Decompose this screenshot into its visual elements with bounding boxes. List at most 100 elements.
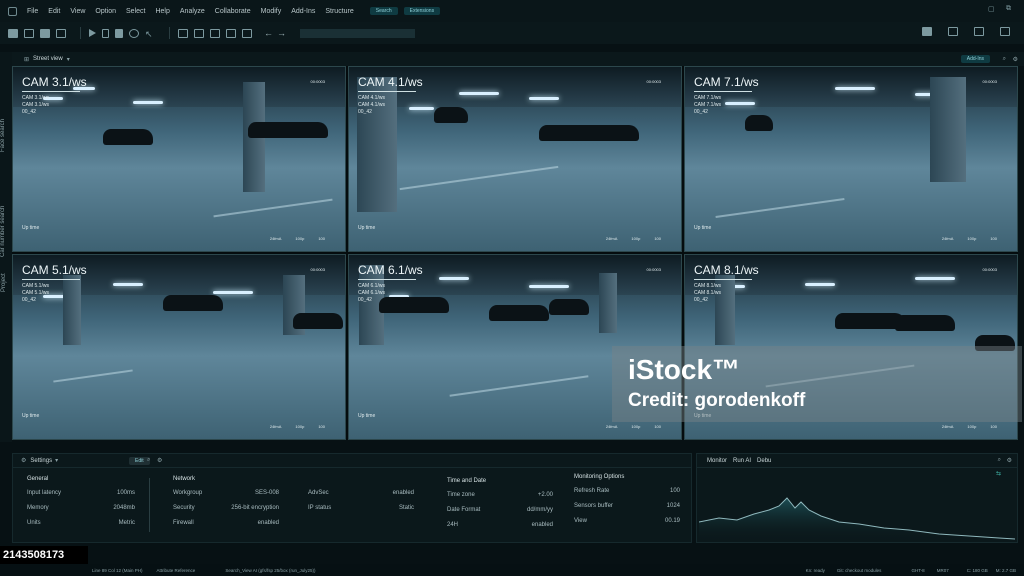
camera-uptime: Up time [358,225,376,231]
setting-row[interactable]: 24H enabled [447,522,553,528]
setting-row[interactable]: Firewall enabled [173,520,279,526]
setting-row[interactable]: Date Format dd/mm/yy [447,507,553,513]
menu-option[interactable]: Option [95,8,116,15]
back-arrow-icon[interactable]: ← [264,28,273,38]
gear-icon[interactable]: ⚙ [157,457,162,464]
status-mr: MR07 [936,567,949,573]
restore-icon[interactable]: ⧉ [1006,5,1011,13]
menu-collaborate[interactable]: Collaborate [215,8,251,15]
app-logo-icon [8,6,17,16]
setting-row[interactable]: Security 256-bit encryption [173,505,279,511]
setting-row[interactable]: Sensors buffer 1024 [574,503,680,509]
camera-code: 00:0003 [310,267,325,272]
setting-row[interactable]: Time zone +2.00 [447,492,553,498]
layout-icon[interactable] [922,27,932,36]
setting-row[interactable]: AdvSec enabled [308,490,414,496]
section-title: Network [173,476,196,482]
document-icon[interactable] [194,28,204,38]
ceiling-light [529,97,559,100]
watermark: iStock™ Credit: gorodenkoff [612,346,1022,422]
chevron-down-icon[interactable]: ▾ [55,457,58,464]
record-icon[interactable] [40,28,50,38]
pillar [599,273,617,333]
export-icon[interactable] [210,28,220,38]
add-ins-button[interactable]: Add-Ins [960,55,990,63]
menu-modify[interactable]: Modify [261,8,282,15]
camera-feed[interactable]: CAM 7.1/ws CAM 7.1/ws CAM 7.1/ws 00_42 00:… [684,66,1018,252]
status-m: M: 2.7 GB [995,567,1016,573]
menu-edit[interactable]: Edit [48,8,60,15]
tab-face-search[interactable]: Face search [0,119,6,152]
setting-row[interactable]: IP status Static [308,505,414,511]
setting-row[interactable]: Units Metric [27,520,135,526]
tab-project[interactable]: Project [1,273,7,292]
play-icon[interactable] [89,29,96,37]
menu-structure[interactable]: Structure [325,8,353,15]
general-section: General Input latency 100ms Memory 2048mb Uni… [27,476,135,535]
menu-analyze[interactable]: Analyze [180,8,205,15]
camera-info: CAM 7.1/ws CAM 7.1/ws 00_42 [694,95,721,115]
arrow-left-icon[interactable]: ⇆ [996,470,1001,477]
parked-car [293,313,343,329]
search-pill[interactable]: Search [369,7,398,15]
monitoring-section: Monitoring Options Refresh Rate 100 Sensors… [574,474,680,533]
tab-car-number-search[interactable]: Car number search [0,206,6,257]
setting-row[interactable]: Input latency 100ms [27,490,135,496]
watermark-credit: Credit: gorodenkoff [628,390,806,411]
panel-icon[interactable] [948,27,958,36]
ceiling-light [835,87,875,90]
grid-icon[interactable] [56,28,66,38]
tab-run-ai[interactable]: Run AI [733,458,751,464]
split-horizontal-icon[interactable] [974,27,984,36]
status-bar: Line 89 Col 12 (Main PH) Attribute Refer… [0,564,1024,576]
menu-view[interactable]: View [70,8,85,15]
help-document-icon[interactable] [242,28,252,38]
ceiling-light [133,101,163,104]
setting-row[interactable]: View 00.19 [574,518,680,524]
camera-title: CAM 7.1/ws [694,75,759,89]
extensions-pill[interactable]: Extensions [403,7,441,15]
status-git[interactable]: Git: checkout modules [837,568,882,573]
view-title[interactable]: Street view [33,56,63,62]
chevron-down-icon[interactable]: ▾ [67,56,70,63]
camera-feed[interactable]: CAM 4.1/ws CAM 4.1/ws CAM 4.1/ws 00_42 00:… [348,66,682,252]
menu-add-ins[interactable]: Add-Ins [291,8,315,15]
search-icon[interactable]: ⌕ [998,457,1001,464]
search-icon[interactable]: ⌕ [1003,56,1006,63]
gear-icon[interactable]: ⚙ [1007,457,1012,464]
menu-file[interactable]: File [27,8,38,15]
camera-title: CAM 5.1/ws [22,263,87,277]
tab-debug[interactable]: Debu [757,458,771,464]
forward-arrow-icon[interactable]: → [277,28,286,38]
layers-icon[interactable] [24,28,34,38]
pause-icon[interactable] [102,28,109,38]
menu-help[interactable]: Help [155,8,169,15]
menu-select[interactable]: Select [126,8,145,15]
tab-monitor[interactable]: Monitor [707,458,727,464]
maximize-icon[interactable]: ▢ [988,5,995,13]
stop-icon[interactable] [115,28,123,38]
setting-row[interactable]: Refresh Rate 100 [574,488,680,494]
camera-uptime: Up time [22,413,40,419]
camera-feed[interactable]: CAM 3.1/ws CAM 3.1/ws CAM 3.1/ws 00_42 00:… [12,66,346,252]
split-vertical-icon[interactable] [1000,27,1010,36]
chart-icon[interactable] [8,28,18,38]
settings-title[interactable]: Settings [30,458,52,464]
command-search-input[interactable] [300,28,415,38]
cursor-icon[interactable]: ↖ [145,29,155,39]
camera-feed[interactable]: CAM 5.1/ws CAM 5.1/ws CAM 5.1/ws 00_42 00:… [12,254,346,440]
search-icon[interactable]: ⌕ [147,457,150,464]
timer-icon[interactable] [129,28,139,38]
window-icon[interactable] [178,28,188,38]
status-attribute[interactable]: Attribute Reference [157,568,196,573]
status-path[interactable]: Search_View AI (gfs/fsp 25/box (run_July… [225,568,315,573]
parked-car [489,305,549,321]
status-c: C: 180 GB [966,567,988,573]
parked-car [103,129,153,145]
ceiling-light [213,291,253,294]
import-icon[interactable] [226,28,236,38]
setting-row[interactable]: Memory 2048mb [27,505,135,511]
camera-title: CAM 4.1/ws [358,75,423,89]
setting-row[interactable]: Workgroup SES-008 [173,490,279,496]
gear-icon[interactable]: ⚙ [1013,56,1018,63]
